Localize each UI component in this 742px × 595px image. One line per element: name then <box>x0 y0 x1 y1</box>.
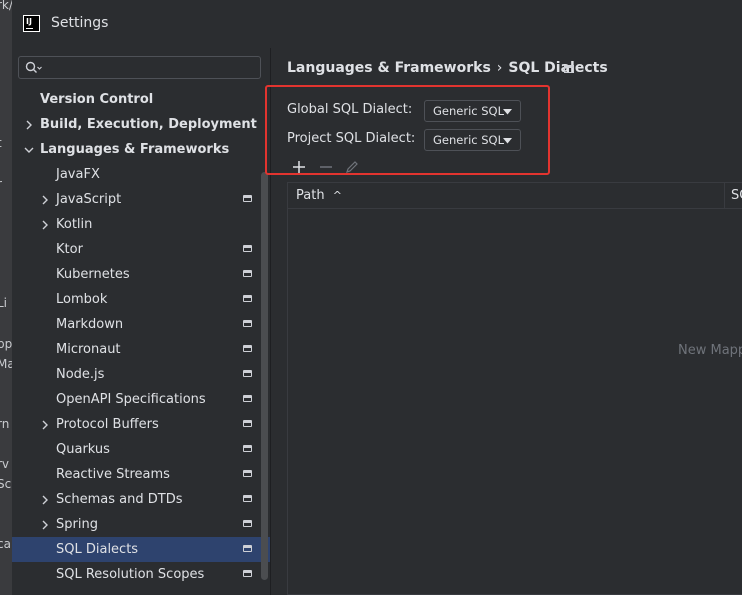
project-scope-icon <box>243 345 252 352</box>
breadcrumb-parent[interactable]: Languages & Frameworks <box>287 60 491 76</box>
project-scope-icon <box>243 545 252 552</box>
sidebar-item-version-control[interactable]: Version Control <box>12 87 270 112</box>
table-header: Path ^ SQ <box>288 183 742 209</box>
path-mapping-table[interactable]: Path ^ SQ New Mapp <box>287 182 742 595</box>
sidebar-item-openapi-specifications[interactable]: OpenAPI Specifications <box>12 387 270 412</box>
sidebar-item-sql-dialects[interactable]: SQL Dialects <box>12 537 270 562</box>
breadcrumb-current: SQL Dialects <box>508 60 608 76</box>
sidebar-item-quarkus[interactable]: Quarkus <box>12 437 270 462</box>
plus-icon[interactable] <box>292 160 306 178</box>
background-fragment: pp <box>0 337 12 351</box>
column-header-path[interactable]: Path ^ <box>296 188 342 203</box>
background-window-strip: rk/my-training t r Li pp Ma rn rv Sc cal <box>0 0 12 595</box>
project-scope-icon <box>243 370 252 377</box>
sidebar-item-schemas-and-dtds[interactable]: Schemas and DTDs <box>12 487 270 512</box>
sidebar-item-node-js[interactable]: Node.js <box>12 362 270 387</box>
app-logo-icon: IJ <box>23 15 40 32</box>
sort-ascending-icon: ^ <box>332 189 342 202</box>
background-fragment: rn <box>0 417 10 431</box>
breadcrumb: Languages & Frameworks › SQL Dialects <box>287 60 608 76</box>
search-icon <box>25 61 42 73</box>
background-fragment: rk/my-training <box>0 0 12 12</box>
sidebar-item-micronaut[interactable]: Micronaut <box>12 337 270 362</box>
project-scope-icon <box>243 245 252 252</box>
project-scope-icon <box>243 270 252 277</box>
search-input[interactable] <box>18 56 261 79</box>
column-separator[interactable] <box>724 183 725 208</box>
sidebar-item-label: Quarkus <box>56 442 110 457</box>
sidebar-item-label: Ktor <box>56 242 83 257</box>
sidebar-item-protocol-buffers[interactable]: Protocol Buffers <box>12 412 270 437</box>
sidebar-item-label: Reactive Streams <box>56 467 170 482</box>
project-scope-icon <box>243 495 252 502</box>
background-fragment: Sc <box>0 477 12 491</box>
sidebar-item-label: JavaFX <box>56 167 100 182</box>
background-fragment: r <box>0 177 2 191</box>
chevron-right-icon[interactable] <box>40 420 50 430</box>
sidebar-item-markdown[interactable]: Markdown <box>12 312 270 337</box>
chevron-right-icon[interactable] <box>24 120 34 130</box>
chevron-right-icon[interactable] <box>40 195 50 205</box>
project-scope-icon <box>243 445 252 452</box>
sidebar-item-label: Lombok <box>56 292 108 307</box>
sidebar-item-label: JavaScript <box>56 192 122 207</box>
project-scope-icon <box>243 520 252 527</box>
project-scope-icon <box>564 65 574 73</box>
project-scope-icon <box>243 320 252 327</box>
sidebar-item-reactive-streams[interactable]: Reactive Streams <box>12 462 270 487</box>
sidebar-item-kotlin[interactable]: Kotlin <box>12 212 270 237</box>
sidebar-item-label: Node.js <box>56 367 105 382</box>
sidebar-item-label: Spring <box>56 517 98 532</box>
sidebar-item-label: Schemas and DTDs <box>56 492 183 507</box>
sidebar-item-label: SQL Dialects <box>56 542 139 557</box>
sidebar-item-sql-resolution-scopes[interactable]: SQL Resolution Scopes <box>12 562 270 587</box>
project-scope-icon <box>243 470 252 477</box>
sidebar-item-kubernetes[interactable]: Kubernetes <box>12 262 270 287</box>
sidebar-item-label: Kotlin <box>56 217 93 232</box>
background-fragment: Ma <box>0 357 12 371</box>
settings-tree: Version Control Build, Execution, Deploym… <box>12 87 270 595</box>
chevron-down-icon[interactable] <box>24 145 34 155</box>
sidebar-item-label: Kubernetes <box>56 267 130 282</box>
breadcrumb-separator: › <box>496 60 503 76</box>
table-empty-text[interactable]: New Mapp <box>678 343 742 358</box>
minus-icon[interactable] <box>319 160 333 178</box>
chevron-right-icon[interactable] <box>40 520 50 530</box>
project-scope-icon <box>243 395 252 402</box>
background-fragment: t <box>0 136 2 150</box>
sidebar-item-javascript[interactable]: JavaScript <box>12 187 270 212</box>
pencil-icon[interactable] <box>345 160 359 178</box>
background-fragment: Li <box>0 296 8 310</box>
chevron-right-icon[interactable] <box>40 220 50 230</box>
project-scope-icon <box>243 570 252 577</box>
sidebar-item-spring[interactable]: Spring <box>12 512 270 537</box>
sidebar-item-label: Micronaut <box>56 342 121 357</box>
sidebar-scrollbar[interactable] <box>261 172 268 580</box>
column-header-dialect[interactable]: SQ <box>731 188 742 203</box>
background-fragment: rv <box>0 457 10 471</box>
sidebar-item-build-execution-deployment[interactable]: Build, Execution, Deployment <box>12 112 270 137</box>
background-fragment: cal <box>0 537 12 551</box>
sidebar-item-lombok[interactable]: Lombok <box>12 287 270 312</box>
sidebar-item-label: OpenAPI Specifications <box>56 392 206 407</box>
app-logo-text: IJ <box>26 17 32 26</box>
title-bar: IJ Settings <box>12 0 742 48</box>
sidebar-item-label: Markdown <box>56 317 124 332</box>
sidebar-item-label: Languages & Frameworks <box>40 142 230 157</box>
chevron-right-icon[interactable] <box>40 495 50 505</box>
project-scope-icon <box>243 420 252 427</box>
sidebar-item-label: SQL Resolution Scopes <box>56 567 205 582</box>
sidebar-item-label: Protocol Buffers <box>56 417 159 432</box>
sidebar-item-label: Version Control <box>40 92 154 107</box>
project-scope-icon <box>243 195 252 202</box>
sidebar-item-label: Build, Execution, Deployment <box>40 117 257 132</box>
sidebar-item-ktor[interactable]: Ktor <box>12 237 270 262</box>
project-scope-icon <box>243 295 252 302</box>
sidebar-item-javafx[interactable]: JavaFX <box>12 162 270 187</box>
sidebar-item-languages-frameworks[interactable]: Languages & Frameworks <box>12 137 270 162</box>
window-title: Settings <box>51 15 109 31</box>
annotation-highlight-box <box>265 85 550 175</box>
